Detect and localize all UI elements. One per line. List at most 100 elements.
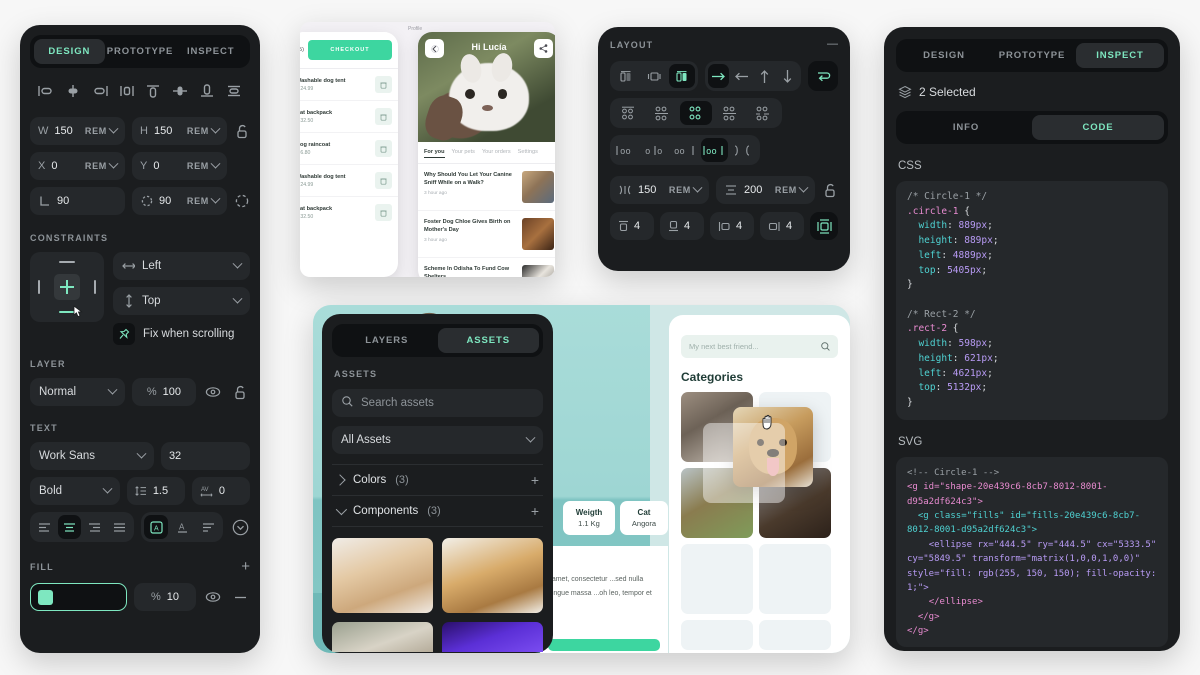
chevron-down-icon[interactable] — [232, 293, 243, 304]
width-unit[interactable]: REM — [85, 123, 119, 136]
column-gap-unit[interactable]: REM — [669, 182, 703, 195]
padding-left-value[interactable]: 4 — [736, 220, 742, 232]
tab-design[interactable]: DESIGN — [900, 43, 988, 68]
distribute-horizontal-icon[interactable] — [117, 81, 137, 101]
delete-item-icon[interactable] — [375, 204, 392, 221]
align-items-center-icon[interactable]: oo — [642, 138, 669, 162]
category-tile-empty[interactable] — [759, 544, 831, 614]
text-align-right-icon[interactable] — [83, 515, 106, 539]
text-align-justify-icon[interactable] — [108, 515, 131, 539]
flex-row-center-icon[interactable] — [641, 64, 667, 88]
x-field[interactable]: X 0 REM — [30, 152, 125, 180]
padding-link-button[interactable] — [810, 212, 838, 240]
design-panel-tabs[interactable]: DESIGN PROTOTYPE INSPECT — [30, 35, 250, 68]
tab-settings[interactable]: Settings — [518, 149, 538, 158]
layer-lock-icon[interactable] — [230, 382, 250, 402]
arrow-down-icon[interactable] — [777, 64, 798, 88]
y-unit[interactable]: REM — [187, 158, 221, 171]
lock-proportions-icon[interactable] — [234, 121, 250, 141]
component-thumbnail-hamster[interactable] — [332, 538, 433, 613]
tab-your-pets[interactable]: Your pets — [452, 149, 475, 158]
delete-item-icon[interactable] — [375, 172, 392, 189]
fill-opacity-value[interactable]: 10 — [167, 591, 179, 603]
row-gap-field[interactable]: 200 REM — [716, 176, 815, 204]
chevron-down-icon[interactable] — [108, 123, 119, 134]
text-decoration-group[interactable]: A A — [141, 512, 223, 542]
flex-row-start-icon[interactable] — [613, 64, 639, 88]
tab-prototype[interactable]: PROTOTYPE — [105, 39, 176, 64]
fix-when-scrolling-toggle[interactable] — [113, 323, 135, 345]
align-right-icon[interactable] — [90, 81, 110, 101]
letter-spacing-field[interactable]: AV 0 — [191, 477, 250, 505]
gap-lock-icon[interactable] — [822, 180, 838, 200]
row-gap-value[interactable]: 200 — [744, 184, 762, 196]
chevron-down-icon[interactable] — [107, 384, 118, 395]
align-left-icon[interactable] — [36, 81, 56, 101]
profile-tabs[interactable]: For you Your pets Your orders Settings — [418, 142, 555, 164]
align-items-start-icon[interactable]: oo — [613, 138, 640, 162]
chevron-down-icon[interactable] — [798, 182, 809, 193]
delete-item-icon[interactable] — [375, 76, 392, 93]
y-value[interactable]: 0 — [153, 160, 159, 172]
radius-field[interactable]: 90 REM — [132, 187, 227, 215]
share-icon[interactable] — [534, 39, 553, 58]
arrow-right-icon[interactable] — [708, 64, 729, 88]
fill-color-field[interactable] — [30, 583, 128, 611]
padding-bottom-field[interactable]: 4 — [660, 212, 704, 240]
cart-item[interactable]: Cat backpack $ 32.50 — [300, 101, 398, 133]
category-tile-empty[interactable] — [681, 544, 753, 614]
padding-top-field[interactable]: 4 — [610, 212, 654, 240]
radius-unit[interactable]: REM — [187, 193, 221, 206]
article-item[interactable]: Why Should You Let Your Canine Sniff Whi… — [418, 164, 555, 211]
add-component-button[interactable]: + — [531, 504, 539, 518]
inspect-subtabs[interactable]: INFO CODE — [896, 111, 1168, 144]
component-thumbnail-purple[interactable] — [442, 622, 543, 652]
tab-prototype[interactable]: PROTOTYPE — [988, 43, 1076, 68]
rotation-value[interactable]: 90 — [57, 195, 69, 207]
fill-visibility-eye-icon[interactable] — [203, 587, 223, 607]
align-items-baseline-icon[interactable] — [730, 138, 757, 162]
delete-item-icon[interactable] — [375, 140, 392, 157]
x-value[interactable]: 0 — [51, 160, 57, 172]
cart-item[interactable]: Washable dog tent $ 24.99 — [300, 165, 398, 197]
assets-group-colors[interactable]: Colors (3) + — [332, 464, 543, 495]
assets-group-components[interactable]: Components (3) + — [332, 495, 543, 527]
tab-assets[interactable]: ASSETS — [437, 328, 539, 353]
blend-mode-select[interactable]: Normal — [30, 378, 125, 406]
rotation-field[interactable]: 90 — [30, 187, 125, 215]
text-align-group[interactable] — [30, 512, 135, 542]
flex-direction-group[interactable] — [610, 61, 698, 91]
cart-item[interactable]: Washable dog tent $ 24.99 — [300, 69, 398, 101]
category-tile-empty[interactable] — [759, 620, 831, 650]
chevron-down-icon[interactable] — [210, 123, 221, 134]
css-code-block[interactable]: /* Circle-1 */ .circle-1 { width: 889px;… — [896, 181, 1168, 420]
constraints-widget[interactable] — [30, 252, 104, 322]
height-unit[interactable]: REM — [187, 123, 221, 136]
padding-right-field[interactable]: 4 — [760, 212, 804, 240]
y-field[interactable]: Y 0 REM — [132, 152, 227, 180]
padding-right-value[interactable]: 4 — [786, 220, 792, 232]
independent-corners-icon[interactable] — [234, 191, 250, 211]
flex-wrap-button[interactable] — [808, 61, 838, 91]
search-assets-input[interactable]: Search assets — [332, 389, 543, 417]
tab-inspect[interactable]: INSPECT — [175, 39, 246, 64]
assets-panel-tabs[interactable]: LAYERS ASSETS — [332, 324, 543, 357]
inspect-panel-tabs[interactable]: DESIGN PROTOTYPE INSPECT — [896, 39, 1168, 72]
row-gap-unit[interactable]: REM — [775, 182, 809, 195]
categories-search[interactable]: My next best friend... — [681, 335, 838, 358]
width-field[interactable]: W 150 REM — [30, 117, 125, 145]
distribute-vertical-icon[interactable] — [224, 81, 244, 101]
font-size-value[interactable]: 32 — [169, 450, 181, 462]
visibility-eye-icon[interactable] — [203, 382, 223, 402]
remove-fill-icon[interactable] — [230, 587, 250, 607]
cart-item[interactable]: Cat backpack $ 32.50 — [300, 197, 398, 228]
width-value[interactable]: 150 — [54, 125, 72, 137]
padding-top-value[interactable]: 4 — [634, 220, 640, 232]
article-item[interactable]: Foster Dog Chloe Gives Birth on Mother's… — [418, 211, 555, 258]
checkout-button[interactable]: CHECKOUT — [307, 40, 392, 60]
text-align-left-icon[interactable] — [33, 515, 56, 539]
pet-cta-button[interactable] — [548, 639, 660, 651]
constraint-top-handle[interactable] — [59, 261, 75, 263]
chevron-down-icon[interactable] — [210, 193, 221, 204]
assets-filter-select[interactable]: All Assets — [332, 426, 543, 454]
